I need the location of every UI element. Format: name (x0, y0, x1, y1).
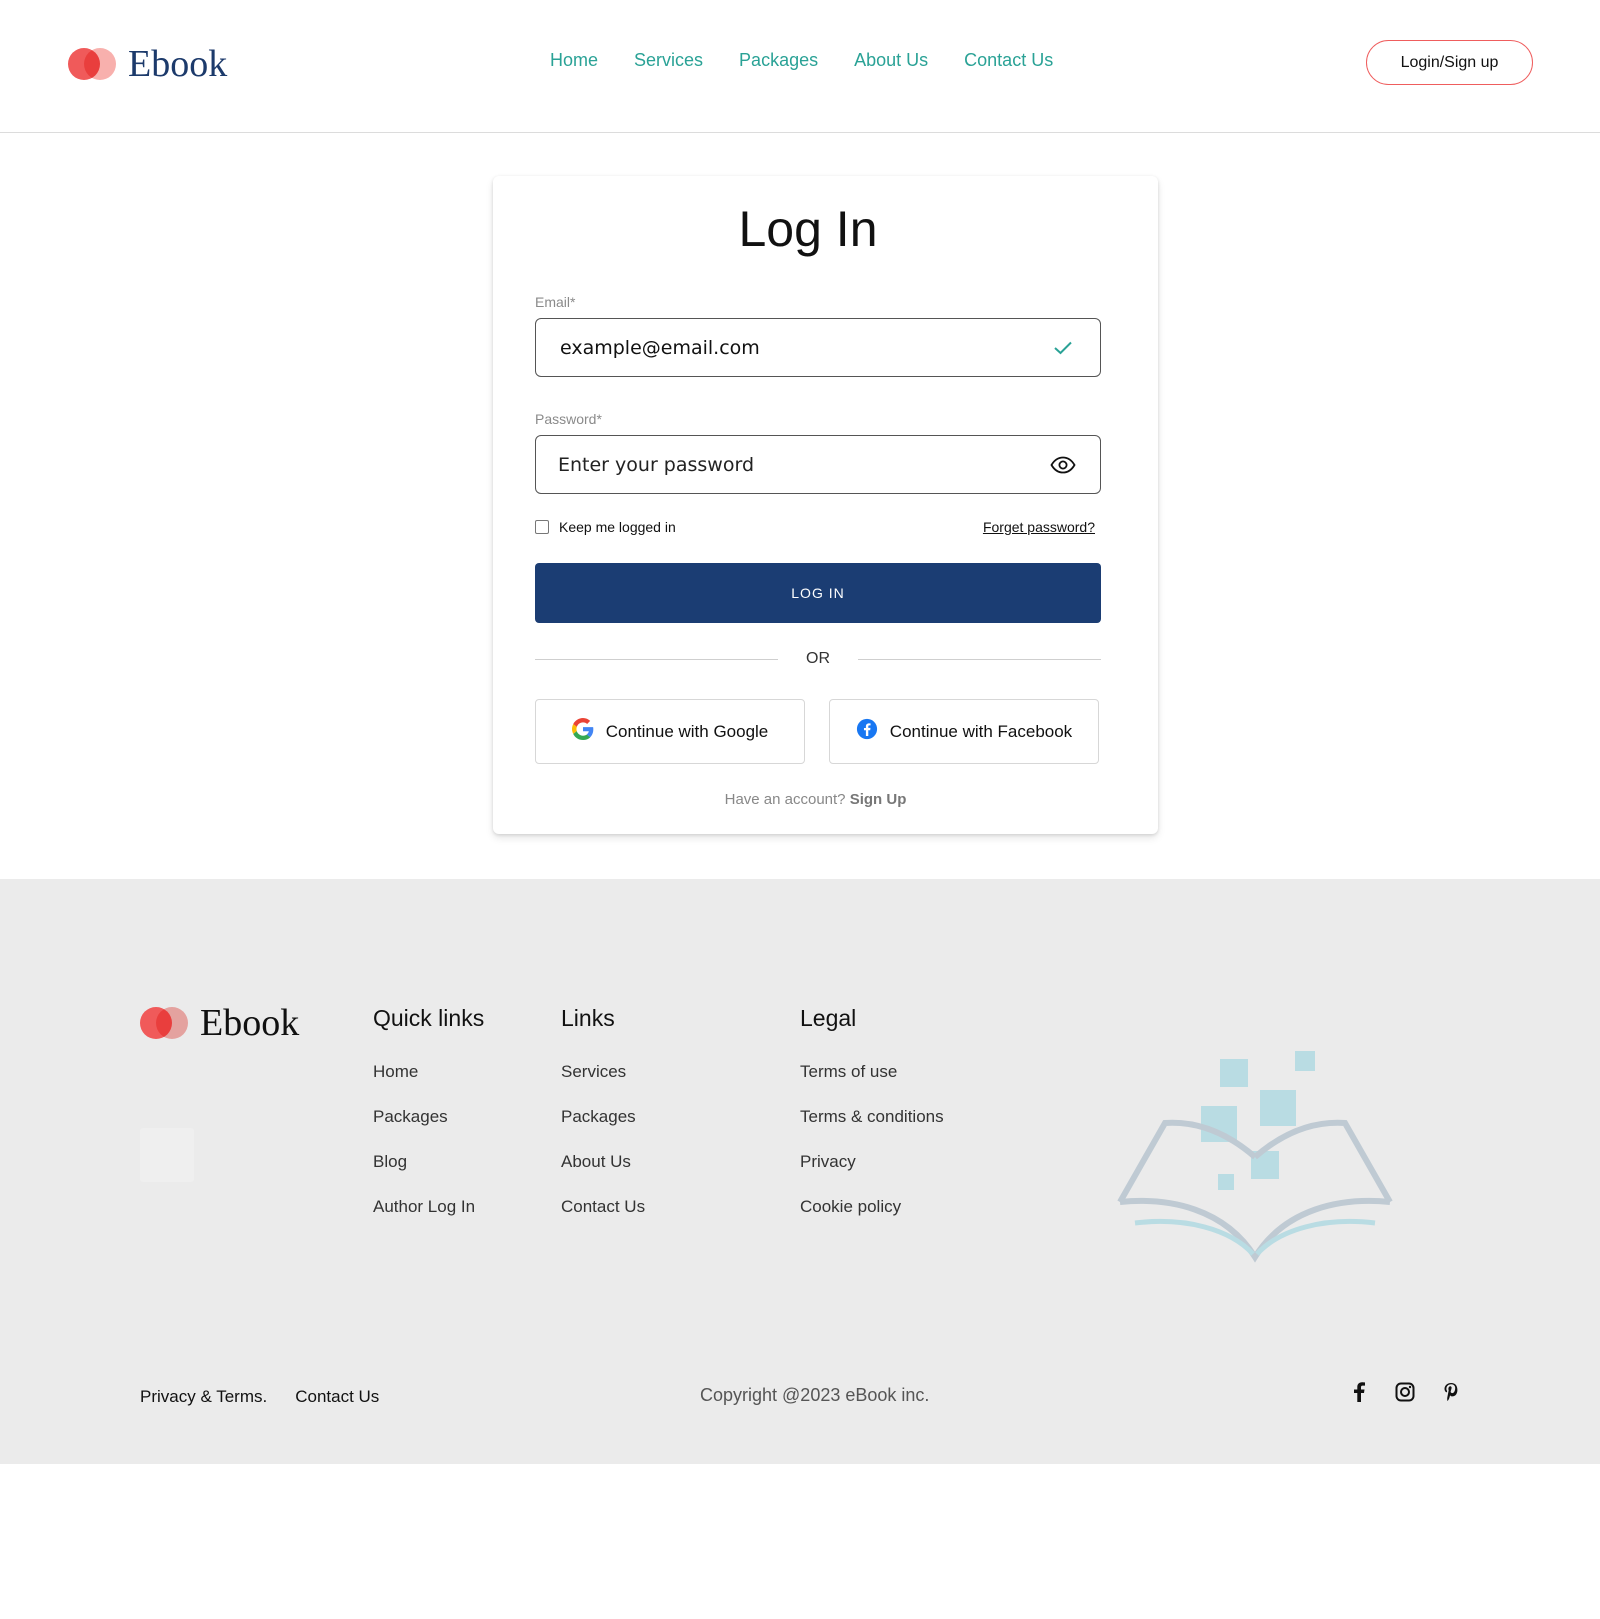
footer-link[interactable]: Terms of use (800, 1062, 944, 1082)
site-footer: Ebook Quick links Home Packages Blog Aut… (0, 879, 1600, 1464)
social-links (1348, 1381, 1462, 1403)
or-divider: OR (535, 650, 1101, 668)
sign-up-link[interactable]: Sign Up (850, 791, 907, 808)
privacy-terms-link[interactable]: Privacy & Terms. (140, 1387, 267, 1407)
footer-contact-link[interactable]: Contact Us (295, 1387, 379, 1407)
google-button-label: Continue with Google (605, 721, 769, 741)
footer-link[interactable]: Privacy (800, 1152, 944, 1172)
footer-link[interactable]: About Us (561, 1152, 645, 1172)
divider-line (535, 658, 778, 660)
footer-logo[interactable]: Ebook (140, 1001, 299, 1045)
footer-link[interactable]: Cookie policy (800, 1197, 944, 1217)
check-icon (1050, 335, 1076, 361)
site-header: Ebook Home Services Packages About Us Co… (0, 0, 1600, 133)
password-label: Password* (535, 411, 602, 427)
google-login-button[interactable]: Continue with Google (535, 699, 805, 764)
legal-column: Legal Terms of use Terms & conditions Pr… (800, 1005, 944, 1242)
password-field[interactable] (558, 453, 1050, 476)
instagram-icon[interactable] (1394, 1381, 1416, 1403)
logo-text: Ebook (128, 43, 228, 85)
nav-contact-us[interactable]: Contact Us (964, 50, 1053, 71)
facebook-login-button[interactable]: Continue with Facebook (829, 699, 1099, 764)
footer-link[interactable]: Packages (561, 1107, 645, 1127)
pinterest-icon[interactable] (1440, 1381, 1462, 1403)
login-card: Log In Email* Password* Keep me logged i… (493, 176, 1158, 834)
login-button[interactable]: LOG IN (535, 563, 1101, 623)
footer-link[interactable]: Terms & conditions (800, 1107, 944, 1127)
email-label: Email* (535, 294, 576, 310)
links-column: Links Services Packages About Us Contact… (561, 1005, 645, 1242)
placeholder-box (140, 1128, 194, 1182)
email-field[interactable] (560, 336, 1050, 359)
links-title: Links (561, 1005, 615, 1031)
keep-logged-in-checkbox[interactable]: Keep me logged in (535, 519, 676, 535)
copyright-text: Copyright @2023 eBook inc. (700, 1385, 930, 1405)
footer-link[interactable]: Contact Us (561, 1197, 645, 1217)
facebook-button-label: Continue with Facebook (889, 721, 1073, 741)
checkbox-box[interactable] (535, 520, 549, 534)
header-logo[interactable]: Ebook (68, 42, 227, 86)
have-account-label: Have an account? (724, 791, 846, 808)
have-account-text: Have an account? Sign Up (493, 791, 1138, 808)
footer-link[interactable]: Home (373, 1062, 484, 1082)
footer-link[interactable]: Packages (373, 1107, 484, 1127)
quick-links-column: Quick links Home Packages Blog Author Lo… (373, 1005, 484, 1242)
divider-line (858, 658, 1101, 660)
google-icon (571, 718, 594, 745)
or-text: OR (806, 650, 830, 667)
forgot-password-link[interactable]: Forget password? (983, 519, 1095, 535)
footer-link[interactable]: Services (561, 1062, 645, 1082)
page-title: Log In (738, 201, 878, 257)
login-signup-button[interactable]: Login/Sign up (1366, 40, 1533, 85)
facebook-icon (856, 718, 878, 745)
facebook-icon[interactable] (1348, 1381, 1370, 1403)
nav-services[interactable]: Services (634, 50, 703, 71)
logo-mark-icon (140, 1007, 188, 1039)
main-nav: Home Services Packages About Us Contact … (550, 50, 1053, 71)
quick-links-title: Quick links (373, 1005, 485, 1031)
open-book-illustration (1117, 1051, 1393, 1263)
nav-packages[interactable]: Packages (739, 50, 818, 71)
password-field-wrapper (535, 435, 1101, 494)
email-field-wrapper (535, 318, 1101, 377)
footer-link[interactable]: Blog (373, 1152, 484, 1172)
footer-logo-text: Ebook (200, 1002, 300, 1044)
nav-about-us[interactable]: About Us (854, 50, 928, 71)
legal-title: Legal (800, 1005, 857, 1031)
keep-logged-in-label: Keep me logged in (559, 519, 676, 535)
eye-icon[interactable] (1050, 452, 1076, 478)
footer-link[interactable]: Author Log In (373, 1197, 484, 1217)
logo-mark-icon (68, 48, 116, 80)
nav-home[interactable]: Home (550, 50, 598, 71)
remember-row: Keep me logged in Forget password? (535, 519, 1095, 535)
footer-bottom-links: Privacy & Terms. Contact Us (140, 1387, 379, 1407)
